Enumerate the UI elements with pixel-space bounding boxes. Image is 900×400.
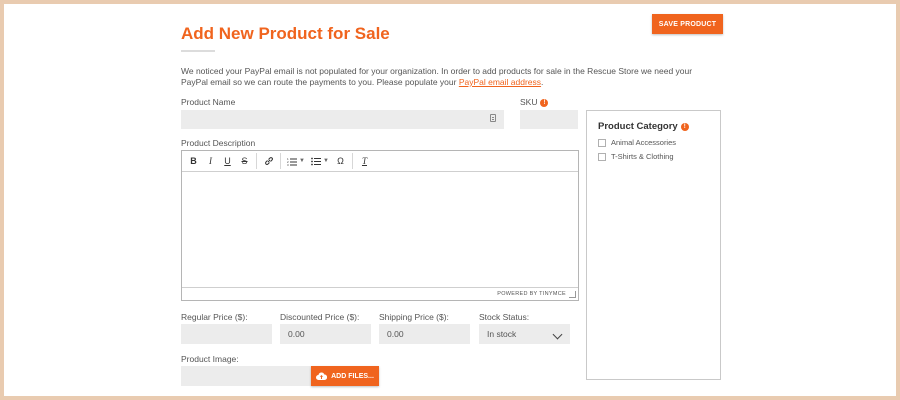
category-title: Product Category! (598, 121, 689, 132)
category-option-label: T-Shirts & Clothing (611, 152, 674, 161)
italic-button[interactable]: I (202, 153, 219, 169)
editor-statusbar: POWERED BY TINYMCE (182, 287, 578, 300)
chevron-down-icon: ▼ (323, 158, 329, 164)
sku-input[interactable] (520, 110, 578, 129)
underline-button[interactable]: U (219, 153, 236, 169)
sku-info-icon[interactable]: ! (540, 99, 549, 107)
bold-button[interactable]: B (185, 153, 202, 169)
category-option[interactable]: Animal Accessories (598, 138, 676, 147)
toolbar-divider (256, 153, 257, 169)
link-button[interactable] (260, 153, 277, 169)
checkbox-icon[interactable] (598, 152, 606, 161)
chevron-down-icon (552, 329, 563, 340)
autofill-contact-icon[interactable] (490, 114, 496, 122)
shipping-price-input[interactable] (379, 324, 470, 344)
link-icon (264, 157, 273, 165)
editor-content-area[interactable] (182, 171, 578, 288)
add-files-button[interactable]: ADD FILES... (311, 366, 379, 386)
regular-price-input[interactable] (181, 324, 272, 344)
sku-label: SKU! (520, 97, 549, 107)
product-name-input[interactable] (181, 110, 504, 129)
clear-format-icon: T (361, 156, 367, 166)
shipping-price-label: Shipping Price ($): (379, 312, 449, 322)
notice-end: . (541, 77, 544, 87)
page-title: Add New Product for Sale (181, 24, 390, 43)
notice-text: We noticed your PayPal email is not popu… (181, 66, 693, 87)
ordered-list-button[interactable]: 1 2 3 ▼ (284, 153, 308, 169)
product-name-label: Product Name (181, 97, 236, 107)
discounted-price-label: Discounted Price ($): (280, 312, 360, 322)
stock-status-label: Stock Status: (479, 312, 530, 322)
title-underline (181, 50, 215, 52)
product-category-panel: Product Category! Animal Accessories T-S… (586, 110, 721, 380)
discounted-price-input[interactable] (280, 324, 371, 344)
rich-text-editor: B I U S 1 2 3 ▼ ▼ Ω T POWERED BY TINYMCE (181, 150, 579, 301)
editor-toolbar: B I U S 1 2 3 ▼ ▼ Ω T (182, 151, 578, 172)
strikethrough-button[interactable]: S (236, 153, 253, 169)
product-description-label: Product Description (181, 138, 256, 148)
product-image-label: Product Image: (181, 354, 239, 364)
product-image-filename (181, 366, 311, 386)
cloud-upload-icon (316, 372, 328, 380)
bullet-list-icon (311, 157, 322, 165)
category-option[interactable]: T-Shirts & Clothing (598, 152, 674, 161)
toolbar-divider (280, 153, 281, 169)
stock-status-select[interactable]: In stock (479, 324, 570, 344)
toolbar-divider (352, 153, 353, 169)
clear-formatting-button[interactable]: T (356, 153, 373, 169)
paypal-email-link[interactable]: PayPal email address (459, 77, 541, 87)
ordered-list-icon: 1 2 3 (287, 157, 298, 166)
save-product-button[interactable]: SAVE PRODUCT (652, 14, 723, 34)
category-title-text: Product Category (598, 121, 678, 132)
category-option-label: Animal Accessories (611, 138, 677, 147)
checkbox-icon[interactable] (598, 138, 606, 147)
paypal-notice: We noticed your PayPal email is not popu… (181, 66, 711, 88)
special-character-button[interactable]: Ω (332, 153, 349, 169)
regular-price-label: Regular Price ($): (181, 312, 248, 322)
stock-status-value: In stock (487, 329, 517, 339)
page-frame: Add New Product for Sale SAVE PRODUCT We… (4, 4, 896, 396)
svg-text:3: 3 (287, 163, 289, 166)
category-info-icon[interactable]: ! (680, 123, 689, 131)
sku-label-text: SKU (520, 97, 538, 107)
chevron-down-icon: ▼ (299, 158, 305, 164)
bullet-list-button[interactable]: ▼ (308, 153, 332, 169)
resize-handle-icon[interactable] (569, 291, 576, 298)
add-files-label: ADD FILES... (331, 372, 374, 380)
